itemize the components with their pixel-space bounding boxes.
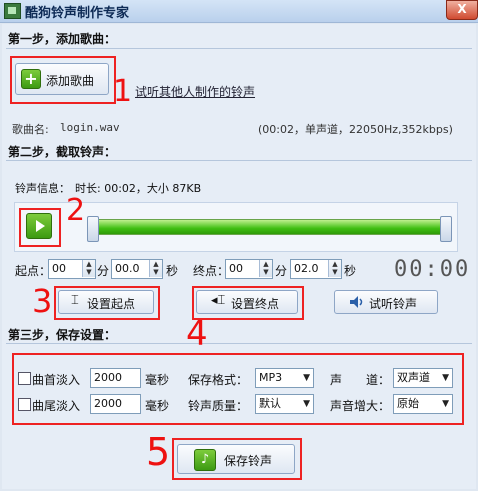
song-name-value: login.wav <box>60 121 120 134</box>
cursor-bar-icon: ◂⌶ <box>211 293 226 308</box>
preview-ringtone-label: 试听铃声 <box>369 297 418 311</box>
range-end-handle[interactable] <box>440 216 452 242</box>
time-display: 00:00 <box>394 257 471 282</box>
title-bar: 酷狗铃声制作专家 X <box>0 0 478 23</box>
save-ringtone-label: 保存铃声 <box>224 454 273 468</box>
second-unit: 秒 <box>344 264 357 278</box>
preview-ringtone-button[interactable]: 试听铃声 <box>334 290 438 314</box>
save-ringtone-button[interactable]: ♪ 保存铃声 <box>177 444 295 474</box>
fade-in-label: 曲首淡入 <box>32 373 81 387</box>
cursor-bar-icon: ⌶ <box>71 293 79 308</box>
annotation-number-3: 3 <box>32 282 53 320</box>
end-second-value: 02.0 <box>294 262 319 275</box>
dropdown-arrow-icon: ▼ <box>442 373 449 383</box>
plus-icon: + <box>21 69 41 89</box>
spin-arrows-icon[interactable]: ▲ ▼ <box>82 260 95 277</box>
step3-title: 第三步，保存设置： <box>8 328 117 342</box>
ringtone-info-label: 铃声信息： <box>15 182 70 195</box>
quality-label: 铃声质量： <box>188 399 249 413</box>
channel-label-suffix: 道： <box>366 373 391 387</box>
annotation-number-2: 2 <box>66 193 86 228</box>
fade-out-input[interactable]: 2000 <box>90 394 141 414</box>
annotation-number-4: 4 <box>186 314 208 354</box>
end-minute-value: 00 <box>229 262 243 275</box>
channel-label: 声 <box>330 373 343 387</box>
step1-title: 第一步，添加歌曲： <box>8 32 117 46</box>
fade-out-checkbox[interactable] <box>18 398 31 411</box>
set-start-label: 设置起点 <box>87 297 136 311</box>
divider <box>6 160 472 161</box>
divider <box>6 48 472 49</box>
annotation-number-5: 5 <box>146 430 171 474</box>
set-end-button[interactable]: ◂⌶ 设置终点 <box>196 290 298 314</box>
start-minute-value: 00 <box>52 262 66 275</box>
channel-value: 双声道 <box>397 371 430 384</box>
set-start-button[interactable]: ⌶ 设置起点 <box>58 290 154 314</box>
minute-unit: 分 <box>275 264 288 278</box>
ms-unit: 毫秒 <box>145 373 170 387</box>
app-icon <box>4 3 21 19</box>
window-title: 酷狗铃声制作专家 <box>25 6 130 21</box>
add-song-label: 添加歌曲 <box>46 74 95 88</box>
dropdown-arrow-icon: ▼ <box>442 399 449 409</box>
spin-arrows-icon[interactable]: ▲ ▼ <box>149 260 162 277</box>
play-button[interactable] <box>26 213 52 239</box>
dropdown-arrow-icon: ▼ <box>303 373 310 383</box>
range-start-handle[interactable] <box>87 216 99 242</box>
fade-in-input[interactable]: 2000 <box>90 368 141 388</box>
selection-range-bar[interactable] <box>89 219 449 235</box>
end-second-stepper[interactable]: 02.0 ▲ ▼ <box>290 259 342 279</box>
start-minute-stepper[interactable]: 00 ▲ ▼ <box>48 259 96 279</box>
add-song-button[interactable]: + 添加歌曲 <box>15 63 109 95</box>
format-select[interactable]: MP3 ▼ <box>255 368 314 388</box>
audio-info: (00:02，单声道，22050Hz,352kbps) <box>258 123 453 136</box>
start-second-stepper[interactable]: 00.0 ▲ ▼ <box>111 259 163 279</box>
preview-others-link[interactable]: 试听其他人制作的铃声 <box>135 83 255 100</box>
start-label: 起点： <box>15 264 52 278</box>
set-end-label: 设置终点 <box>231 297 280 311</box>
channel-select[interactable]: 双声道 ▼ <box>393 368 453 388</box>
play-icon <box>36 220 45 232</box>
ringtone-info-value: 时长: 00:02，大小 87KB <box>75 182 202 195</box>
ms-unit: 毫秒 <box>145 399 170 413</box>
spin-arrows-icon[interactable]: ▲ ▼ <box>259 260 272 277</box>
boost-select[interactable]: 原始 ▼ <box>393 394 453 414</box>
dropdown-arrow-icon: ▼ <box>303 399 310 409</box>
end-minute-stepper[interactable]: 00 ▲ ▼ <box>225 259 273 279</box>
format-value: MP3 <box>259 371 283 384</box>
spin-arrows-icon[interactable]: ▲ ▼ <box>328 260 341 277</box>
boost-label: 声音增大： <box>330 399 391 413</box>
divider <box>6 343 472 344</box>
second-unit: 秒 <box>166 264 179 278</box>
end-label: 终点： <box>193 264 230 278</box>
song-name-label: 歌曲名: <box>12 123 49 136</box>
quality-select[interactable]: 默认 ▼ <box>255 394 314 414</box>
close-button[interactable]: X <box>446 0 478 20</box>
annotation-box-4 <box>12 353 464 425</box>
boost-value: 原始 <box>397 397 419 410</box>
start-second-value: 00.0 <box>115 262 140 275</box>
fade-out-label: 曲尾淡入 <box>32 399 81 413</box>
annotation-number-1: 1 <box>113 74 133 109</box>
step2-title: 第二步，截取铃声： <box>8 145 117 159</box>
speaker-icon <box>350 296 363 308</box>
music-note-icon: ♪ <box>194 449 216 471</box>
quality-value: 默认 <box>259 397 281 410</box>
fade-in-checkbox[interactable] <box>18 372 31 385</box>
format-label: 保存格式： <box>188 373 249 387</box>
minute-unit: 分 <box>97 264 110 278</box>
